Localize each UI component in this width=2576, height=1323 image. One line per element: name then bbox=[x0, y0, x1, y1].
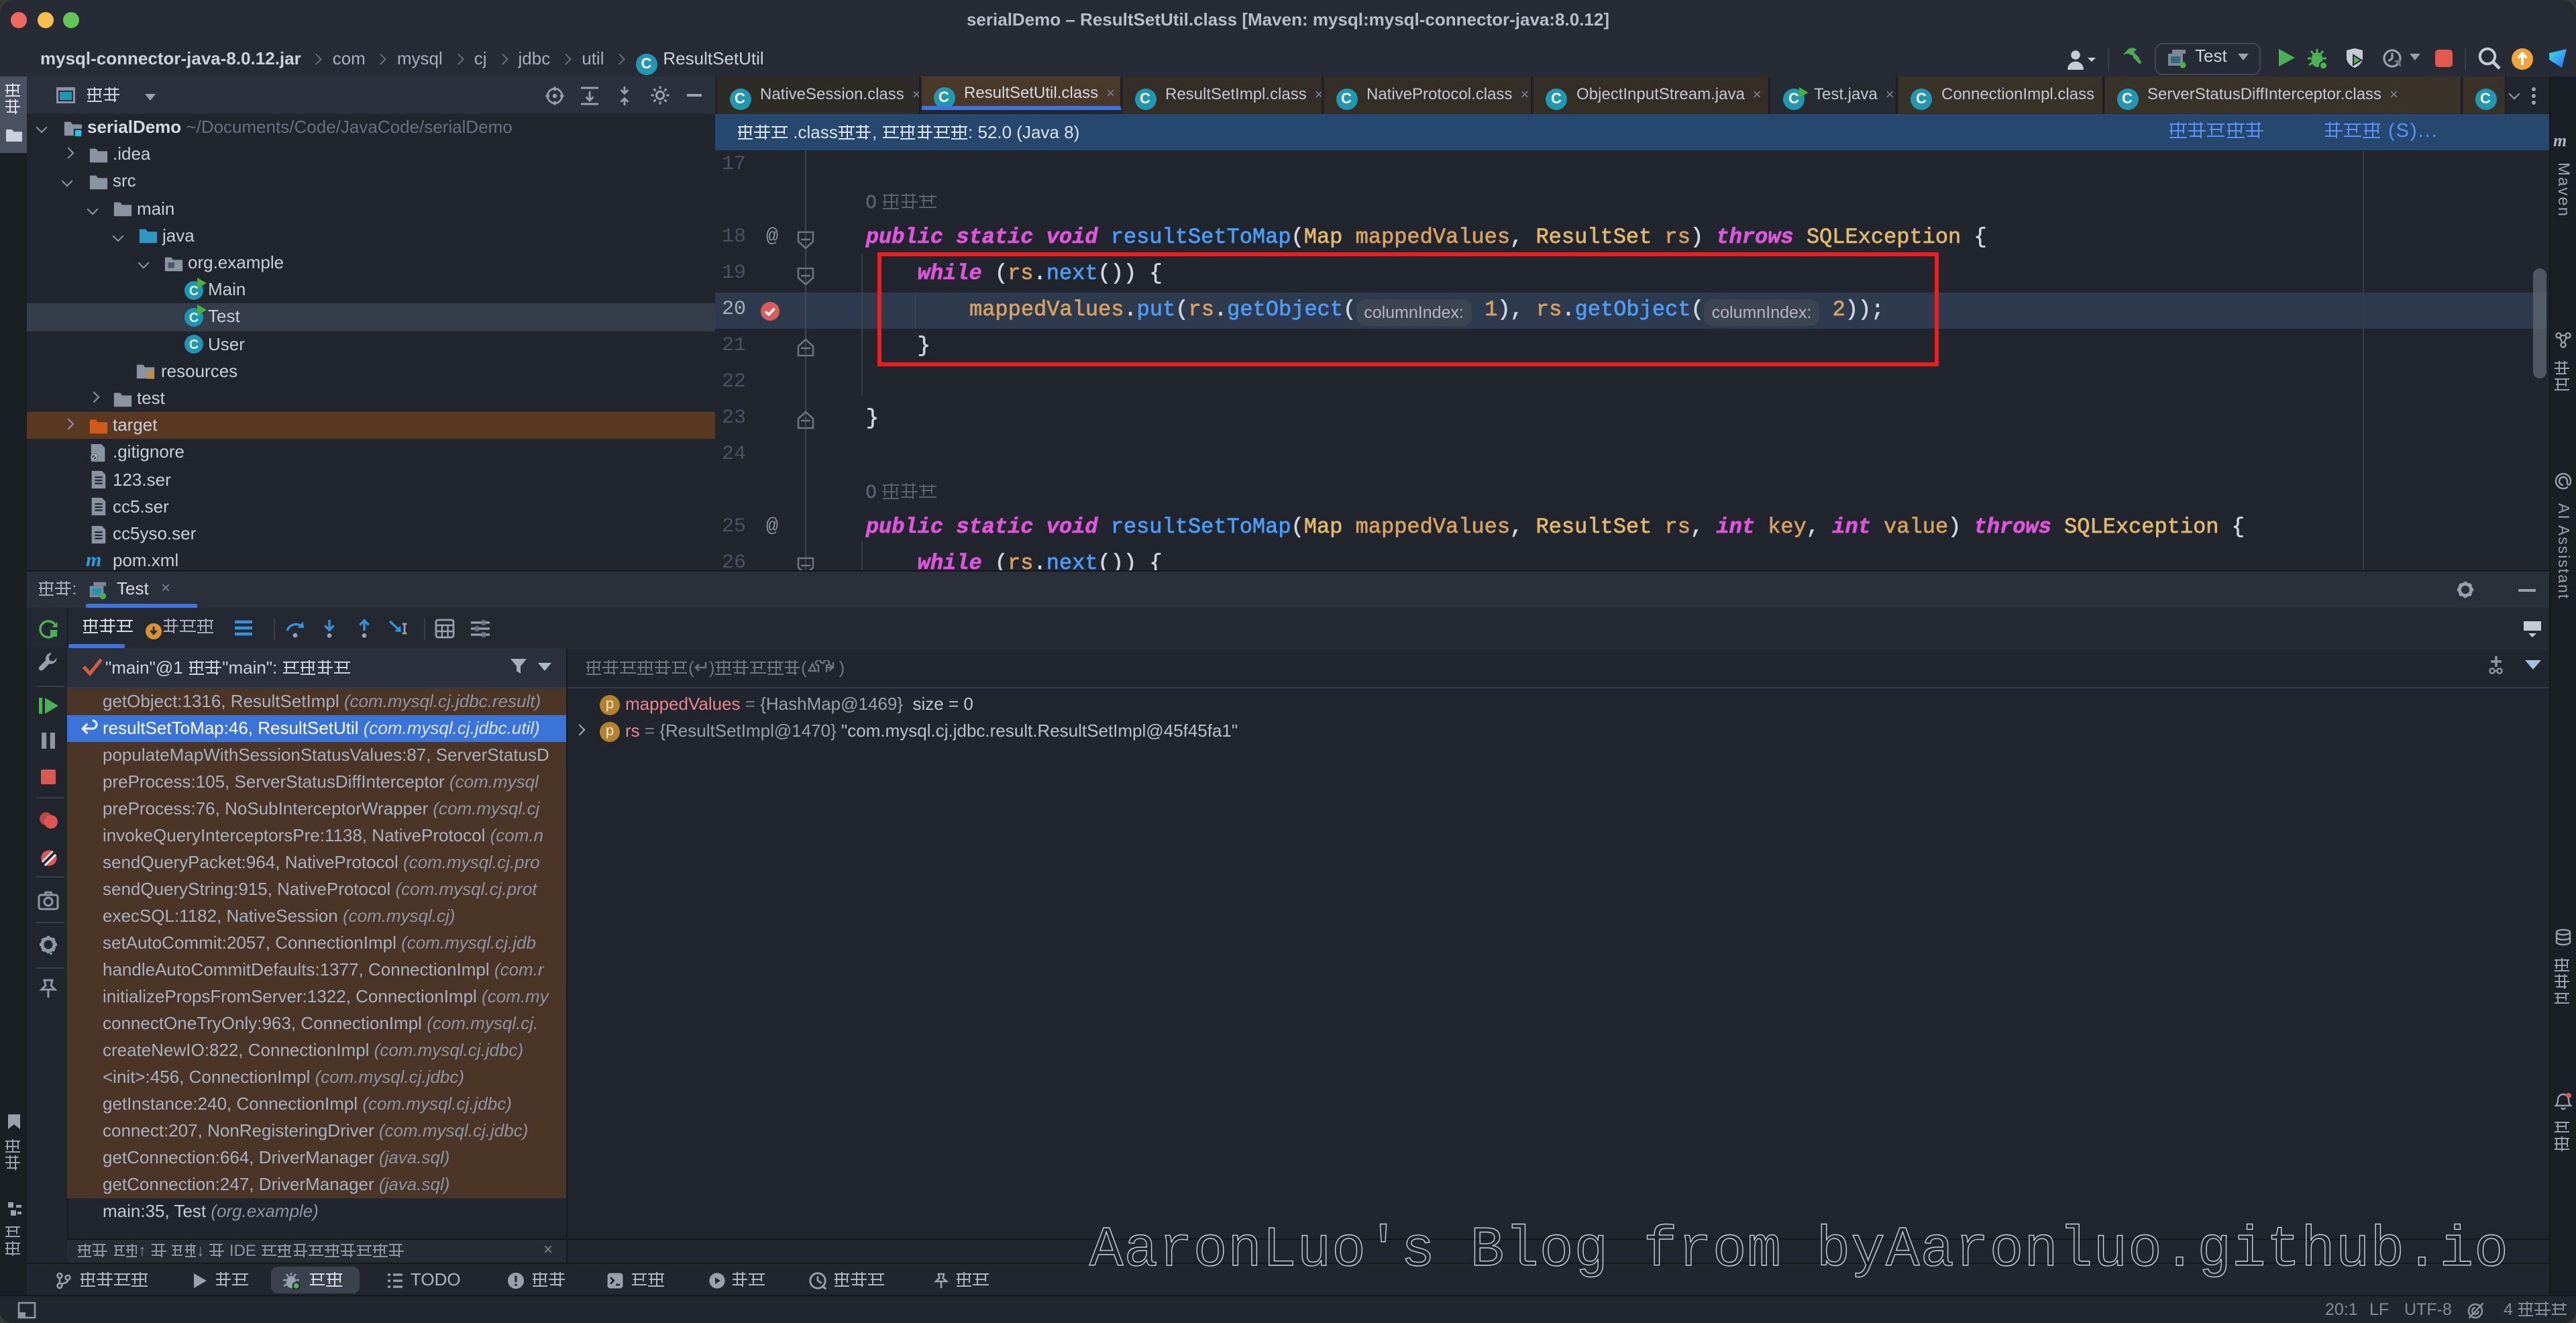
svg-text:C: C bbox=[189, 337, 199, 352]
